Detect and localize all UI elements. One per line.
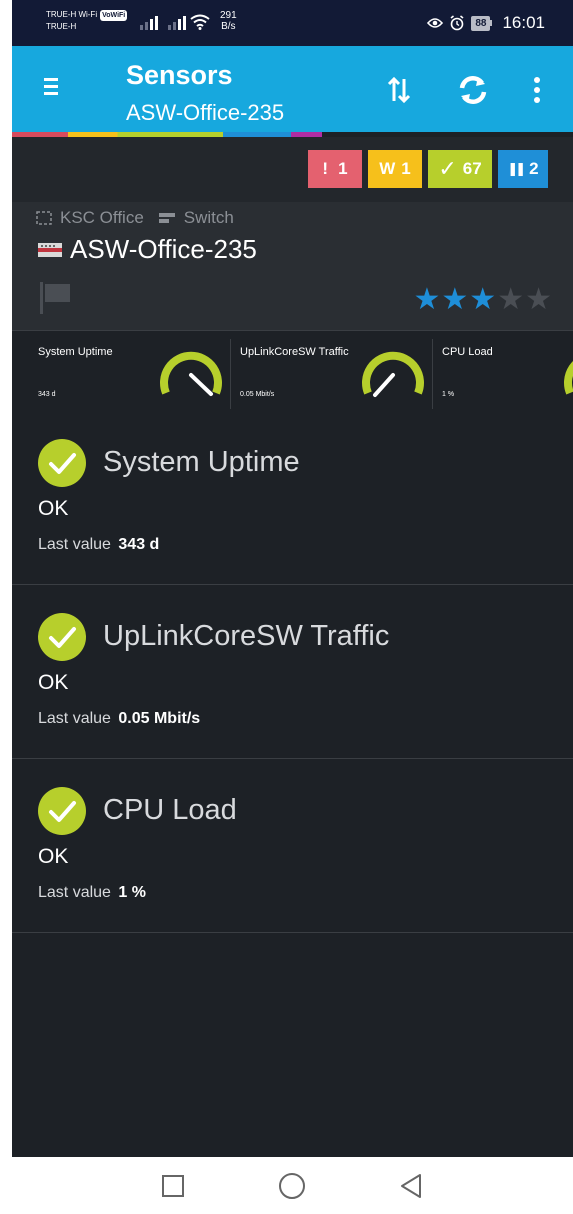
- vowifi-badge: VoWiFi: [100, 10, 128, 21]
- signal-icon: [140, 14, 158, 30]
- circle-icon: [279, 1173, 305, 1199]
- status-right: 88 16:01: [427, 13, 545, 33]
- group-icon: [36, 211, 52, 225]
- badge-warning[interactable]: W1: [368, 150, 422, 188]
- menu-icon: [44, 78, 58, 81]
- device-name: ASW-Office-235: [70, 234, 257, 264]
- more-options-button[interactable]: [520, 70, 554, 110]
- recents-button[interactable]: [156, 1169, 190, 1203]
- sensor-row[interactable]: UpLinkCoreSW Traffic OK Last value 0.05 …: [12, 586, 573, 759]
- star-icon: ★: [413, 283, 442, 316]
- sort-button[interactable]: [382, 70, 416, 110]
- sensor-status: OK: [38, 497, 69, 520]
- check-circle-icon: [38, 439, 86, 487]
- badge-ok[interactable]: ✓ 67: [428, 150, 492, 188]
- back-triangle-icon: [401, 1174, 421, 1198]
- wifi-icon: [190, 14, 210, 30]
- clock: 16:01: [502, 13, 545, 32]
- sort-icon: [387, 76, 411, 104]
- sensor-last-value: Last value 1 %: [38, 884, 146, 901]
- star-icon: ★: [497, 283, 526, 316]
- phone-screen: TRUE-H Wi-Fi VoWiFi TRUE-H 291 B/s 88 16…: [12, 0, 573, 1157]
- refresh-button[interactable]: [456, 70, 490, 110]
- gauge-uplink-traffic[interactable]: UpLinkCoreSW Traffic 0.05 Mbit/s: [214, 331, 432, 413]
- app-bar: Sensors ASW-Office-235: [12, 46, 573, 132]
- home-button[interactable]: [275, 1169, 309, 1203]
- sensor-row[interactable]: System Uptime OK Last value 343 d: [12, 412, 573, 585]
- system-nav-bar: [0, 1157, 573, 1214]
- star-icon: ★: [525, 283, 553, 316]
- gauge-cpu-load[interactable]: CPU Load 1 %: [416, 331, 573, 413]
- check-circle-icon: [38, 613, 86, 661]
- sensor-name: CPU Load: [103, 794, 237, 826]
- battery-indicator: 88: [471, 15, 496, 31]
- sensor-name: System Uptime: [103, 446, 300, 478]
- gauge-icon: [564, 361, 573, 395]
- refresh-icon: [459, 75, 487, 105]
- switch-icon: [158, 213, 175, 223]
- device-name-row: ASW-Office-235: [38, 234, 257, 265]
- sensor-status: OK: [38, 671, 69, 694]
- sensor-name: UpLinkCoreSW Traffic: [103, 620, 390, 652]
- status-bar: TRUE-H Wi-Fi VoWiFi TRUE-H 291 B/s 88 16…: [12, 0, 573, 46]
- device-header: KSC Office Switch ASW-Office-235 ★★★★★: [12, 202, 573, 330]
- gauge-strip: System Uptime 343 d UpLinkCoreSW Traffic…: [12, 330, 573, 412]
- alarm-icon: [450, 15, 464, 31]
- back-button[interactable]: [394, 1169, 428, 1203]
- star-icon: ★: [441, 283, 470, 316]
- breadcrumb: KSC Office Switch: [36, 208, 234, 228]
- breadcrumb-type: Switch: [183, 208, 234, 227]
- badge-paused[interactable]: ❚❚ 2: [498, 150, 548, 188]
- status-summary-bar: ! 1 W1 ✓ 67 ❚❚ 2: [12, 137, 573, 202]
- priority-stars[interactable]: ★★★★★: [413, 282, 553, 317]
- net-speed: 291 B/s: [220, 10, 237, 32]
- signal-icon-secondary: [168, 14, 186, 30]
- breadcrumb-group[interactable]: KSC Office: [60, 208, 144, 228]
- carrier-info: TRUE-H Wi-Fi VoWiFi TRUE-H: [46, 9, 128, 32]
- carrier-name-secondary: TRUE-H: [46, 22, 77, 31]
- more-vert-icon: [534, 77, 540, 103]
- sensor-row[interactable]: CPU Load OK Last value 1 %: [12, 760, 573, 933]
- sensor-last-value: Last value 343 d: [38, 536, 160, 553]
- sensor-status: OK: [38, 845, 69, 868]
- gauge-system-uptime[interactable]: System Uptime 343 d: [12, 331, 230, 413]
- badge-error[interactable]: ! 1: [308, 150, 362, 188]
- page-subtitle: ASW-Office-235: [126, 100, 285, 125]
- menu-button[interactable]: [40, 74, 64, 100]
- cisco-device-icon: [38, 242, 62, 257]
- eye-icon: [427, 18, 444, 28]
- page-title: Sensors: [126, 60, 233, 90]
- check-circle-icon: [38, 787, 86, 835]
- carrier-name: TRUE-H Wi-Fi: [46, 10, 98, 19]
- flag-icon[interactable]: [38, 280, 74, 316]
- sensor-last-value: Last value 0.05 Mbit/s: [38, 710, 201, 727]
- star-icon: ★: [469, 283, 498, 316]
- square-icon: [162, 1175, 184, 1197]
